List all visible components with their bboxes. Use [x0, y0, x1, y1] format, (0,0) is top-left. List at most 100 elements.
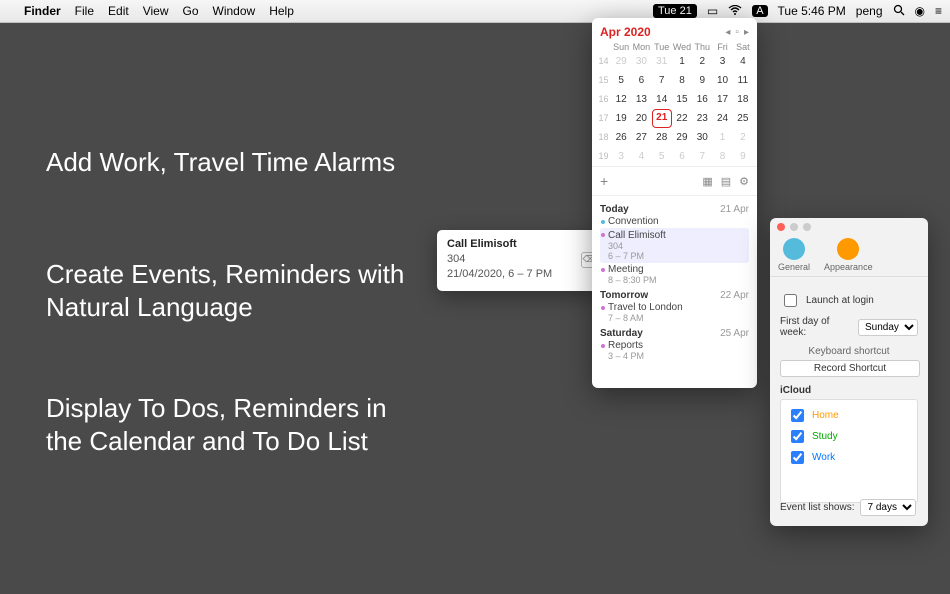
- calendar-day[interactable]: 7: [652, 71, 672, 90]
- first-day-select[interactable]: Sunday: [858, 319, 918, 336]
- calendar-day[interactable]: 31: [652, 52, 672, 71]
- calendar-day[interactable]: 26: [611, 128, 631, 147]
- calendar-day[interactable]: 6: [672, 147, 692, 166]
- spotlight-icon[interactable]: [893, 4, 905, 19]
- event-list-select[interactable]: 7 days: [860, 499, 916, 516]
- calendar-day[interactable]: 29: [611, 52, 631, 71]
- airplay-icon[interactable]: ▭: [707, 4, 718, 18]
- calendar-day[interactable]: 5: [652, 147, 672, 166]
- calendar-day[interactable]: 8: [672, 71, 692, 90]
- calendar-panel: Apr 2020 ◂ ▫ ▸ Sun Mon Tue Wed Thu Fri S…: [592, 18, 757, 388]
- menu-view[interactable]: View: [143, 4, 169, 18]
- add-event-button[interactable]: +: [600, 173, 608, 189]
- calendar-day[interactable]: 9: [692, 71, 712, 90]
- app-name[interactable]: Finder: [24, 4, 61, 18]
- calendar-day[interactable]: 30: [631, 52, 651, 71]
- headline-1: Add Work, Travel Time Alarms: [46, 146, 395, 179]
- calendar-day[interactable]: 1: [712, 128, 732, 147]
- calendar-name: Study: [812, 431, 838, 442]
- calendar-day[interactable]: 5: [611, 71, 631, 90]
- calendar-day[interactable]: 3: [611, 147, 631, 166]
- week-number: 16: [596, 90, 611, 109]
- notifications-icon[interactable]: ≡: [935, 4, 942, 18]
- menu-edit[interactable]: Edit: [108, 4, 129, 18]
- calendar-day[interactable]: 28: [652, 128, 672, 147]
- menu-go[interactable]: Go: [183, 4, 199, 18]
- siri-icon[interactable]: ◉: [915, 4, 925, 18]
- menubar-user[interactable]: peng: [856, 4, 883, 18]
- calendar-checkbox[interactable]: [791, 409, 804, 422]
- calendar-day[interactable]: 2: [733, 128, 753, 147]
- calendar-day[interactable]: 22: [672, 109, 692, 128]
- calendar-checkbox[interactable]: [791, 451, 804, 464]
- calendar-day[interactable]: 11: [733, 71, 753, 90]
- next-month-button[interactable]: ▸: [744, 27, 749, 38]
- calendar-day[interactable]: 1: [672, 52, 692, 71]
- calendar-day[interactable]: 14: [652, 90, 672, 109]
- minimize-window-button[interactable]: [790, 223, 798, 231]
- menubar-date-badge[interactable]: Tue 21: [653, 4, 697, 18]
- calendar-month-label[interactable]: Apr 2020: [600, 25, 651, 39]
- calendar-grid: 1429303112341556789101116121314151617181…: [592, 52, 757, 166]
- agenda-event[interactable]: Meeting8 – 8:30 PM: [600, 263, 749, 286]
- wday: Sat: [733, 42, 753, 52]
- shortcut-section-label: Keyboard shortcut: [780, 346, 918, 357]
- record-shortcut-button[interactable]: Record Shortcut: [780, 360, 920, 377]
- traffic-lights: [770, 218, 928, 236]
- calendar-day[interactable]: 7: [692, 147, 712, 166]
- zoom-window-button[interactable]: [803, 223, 811, 231]
- calendar-day[interactable]: 10: [712, 71, 732, 90]
- quick-add-popover: Call Elimisoft 304 21/04/2020, 6 – 7 PM …: [437, 230, 605, 291]
- launch-at-login-checkbox[interactable]: [784, 294, 797, 307]
- calendar-day[interactable]: 19: [611, 109, 631, 128]
- wifi-icon[interactable]: [728, 4, 742, 18]
- menu-help[interactable]: Help: [269, 4, 294, 18]
- input-source-icon[interactable]: A: [752, 5, 767, 17]
- calendar-day[interactable]: 25: [733, 109, 753, 128]
- tab-general[interactable]: General: [778, 238, 810, 272]
- calendar-checkbox[interactable]: [791, 430, 804, 443]
- calendar-day[interactable]: 29: [672, 128, 692, 147]
- calendar-day[interactable]: 30: [692, 128, 712, 147]
- calendar-day[interactable]: 4: [631, 147, 651, 166]
- agenda-list: Today21 AprConventionCall Elimisoft3046 …: [592, 196, 757, 370]
- view-calendar-icon[interactable]: ▤: [721, 175, 731, 188]
- event-list-label: Event list shows:: [780, 502, 854, 513]
- menu-file[interactable]: File: [75, 4, 94, 18]
- calendar-day[interactable]: 6: [631, 71, 651, 90]
- agenda-event[interactable]: Travel to London7 – 8 AM: [600, 301, 749, 324]
- calendar-day[interactable]: 24: [712, 109, 732, 128]
- agenda-day-label: Saturday: [600, 328, 643, 339]
- calendar-day[interactable]: 3: [712, 52, 732, 71]
- calendar-day[interactable]: 13: [631, 90, 651, 109]
- calendar-day[interactable]: 17: [712, 90, 732, 109]
- calendar-day[interactable]: 16: [692, 90, 712, 109]
- close-window-button[interactable]: [777, 223, 785, 231]
- agenda-day-label: Today: [600, 204, 629, 215]
- calendar-day[interactable]: 2: [692, 52, 712, 71]
- wday: Mon: [631, 42, 651, 52]
- view-grid-icon[interactable]: ▦: [702, 175, 712, 188]
- calendar-day[interactable]: 4: [733, 52, 753, 71]
- menu-window[interactable]: Window: [213, 4, 256, 18]
- agenda-event[interactable]: Convention: [600, 215, 749, 228]
- week-number: 15: [596, 71, 611, 90]
- menubar: Finder File Edit View Go Window Help Tue…: [0, 0, 950, 23]
- calendar-day[interactable]: 27: [631, 128, 651, 147]
- calendar-day[interactable]: 23: [692, 109, 712, 128]
- prev-month-button[interactable]: ◂: [725, 27, 730, 38]
- agenda-event[interactable]: Reports3 – 4 PM: [600, 339, 749, 362]
- menubar-clock[interactable]: Tue 5:46 PM: [778, 4, 846, 18]
- calendar-day[interactable]: 8: [712, 147, 732, 166]
- agenda-event[interactable]: Call Elimisoft3046 – 7 PM: [600, 228, 749, 263]
- calendar-day[interactable]: 20: [631, 109, 651, 128]
- calendar-day[interactable]: 21: [652, 109, 672, 128]
- calendar-day[interactable]: 18: [733, 90, 753, 109]
- tab-appearance[interactable]: Appearance: [824, 238, 873, 272]
- preferences-icon[interactable]: ⚙: [739, 175, 749, 188]
- today-button[interactable]: ▫: [735, 27, 739, 38]
- calendar-day[interactable]: 12: [611, 90, 631, 109]
- calendar-day[interactable]: 15: [672, 90, 692, 109]
- calendar-day[interactable]: 9: [733, 147, 753, 166]
- agenda-date: 25 Apr: [720, 328, 749, 339]
